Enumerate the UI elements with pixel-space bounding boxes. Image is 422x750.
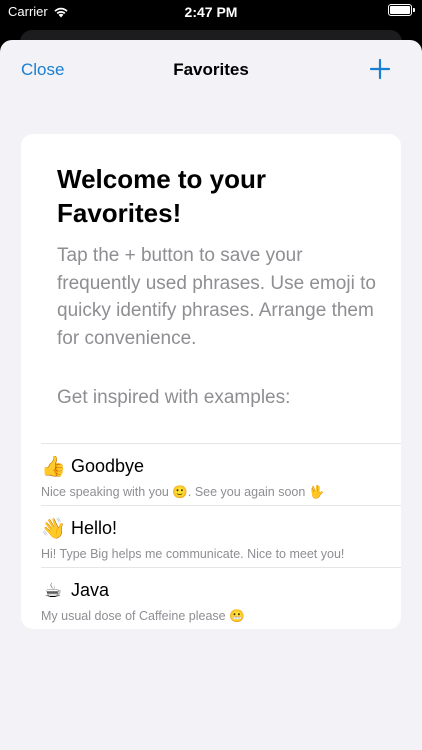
status-bar: Carrier 2:47 PM xyxy=(0,0,422,24)
example-title: 👍 Goodbye xyxy=(41,454,144,479)
list-item[interactable]: ☕ Java My usual dose of Caffeine please … xyxy=(41,567,401,629)
examples-list: 👍 Goodbye Nice speaking with you 🙂. See … xyxy=(41,443,401,629)
example-title: 👋 Hello! xyxy=(41,516,117,541)
battery-icon xyxy=(388,4,415,16)
plus-icon xyxy=(369,58,391,80)
coffee-icon: ☕ xyxy=(44,580,62,602)
welcome-card: Welcome to your Favorites! Tap the + but… xyxy=(21,134,401,629)
status-time: 2:47 PM xyxy=(184,4,238,20)
add-button[interactable] xyxy=(368,57,392,81)
list-item[interactable]: 👍 Goodbye Nice speaking with you 🙂. See … xyxy=(41,443,401,505)
welcome-inspire: Get inspired with examples: xyxy=(57,387,291,408)
example-title-label: Goodbye xyxy=(71,456,145,476)
example-title: ☕ Java xyxy=(41,578,109,603)
thumbs-up-icon: 👍 xyxy=(41,456,66,478)
welcome-title: Welcome to your Favorites! xyxy=(57,164,267,228)
example-title-label: Java xyxy=(71,580,110,600)
page-title: Favorites xyxy=(173,60,249,79)
example-subtitle: Hi! Type Big helps me communicate. Nice … xyxy=(41,547,345,561)
favorites-sheet: Close Favorites Welcome to your Favorite… xyxy=(0,40,422,750)
example-subtitle: Nice speaking with you 🙂. See you again … xyxy=(41,485,325,499)
nav-bar: Close Favorites xyxy=(0,40,422,100)
waving-hand-icon: 👋 xyxy=(41,518,66,540)
example-title-label: Hello! xyxy=(71,518,118,538)
example-subtitle: My usual dose of Caffeine please 😬 xyxy=(41,609,245,623)
list-item[interactable]: 👋 Hello! Hi! Type Big helps me communica… xyxy=(41,505,401,567)
welcome-body: Tap the + button to save your frequently… xyxy=(57,245,376,349)
